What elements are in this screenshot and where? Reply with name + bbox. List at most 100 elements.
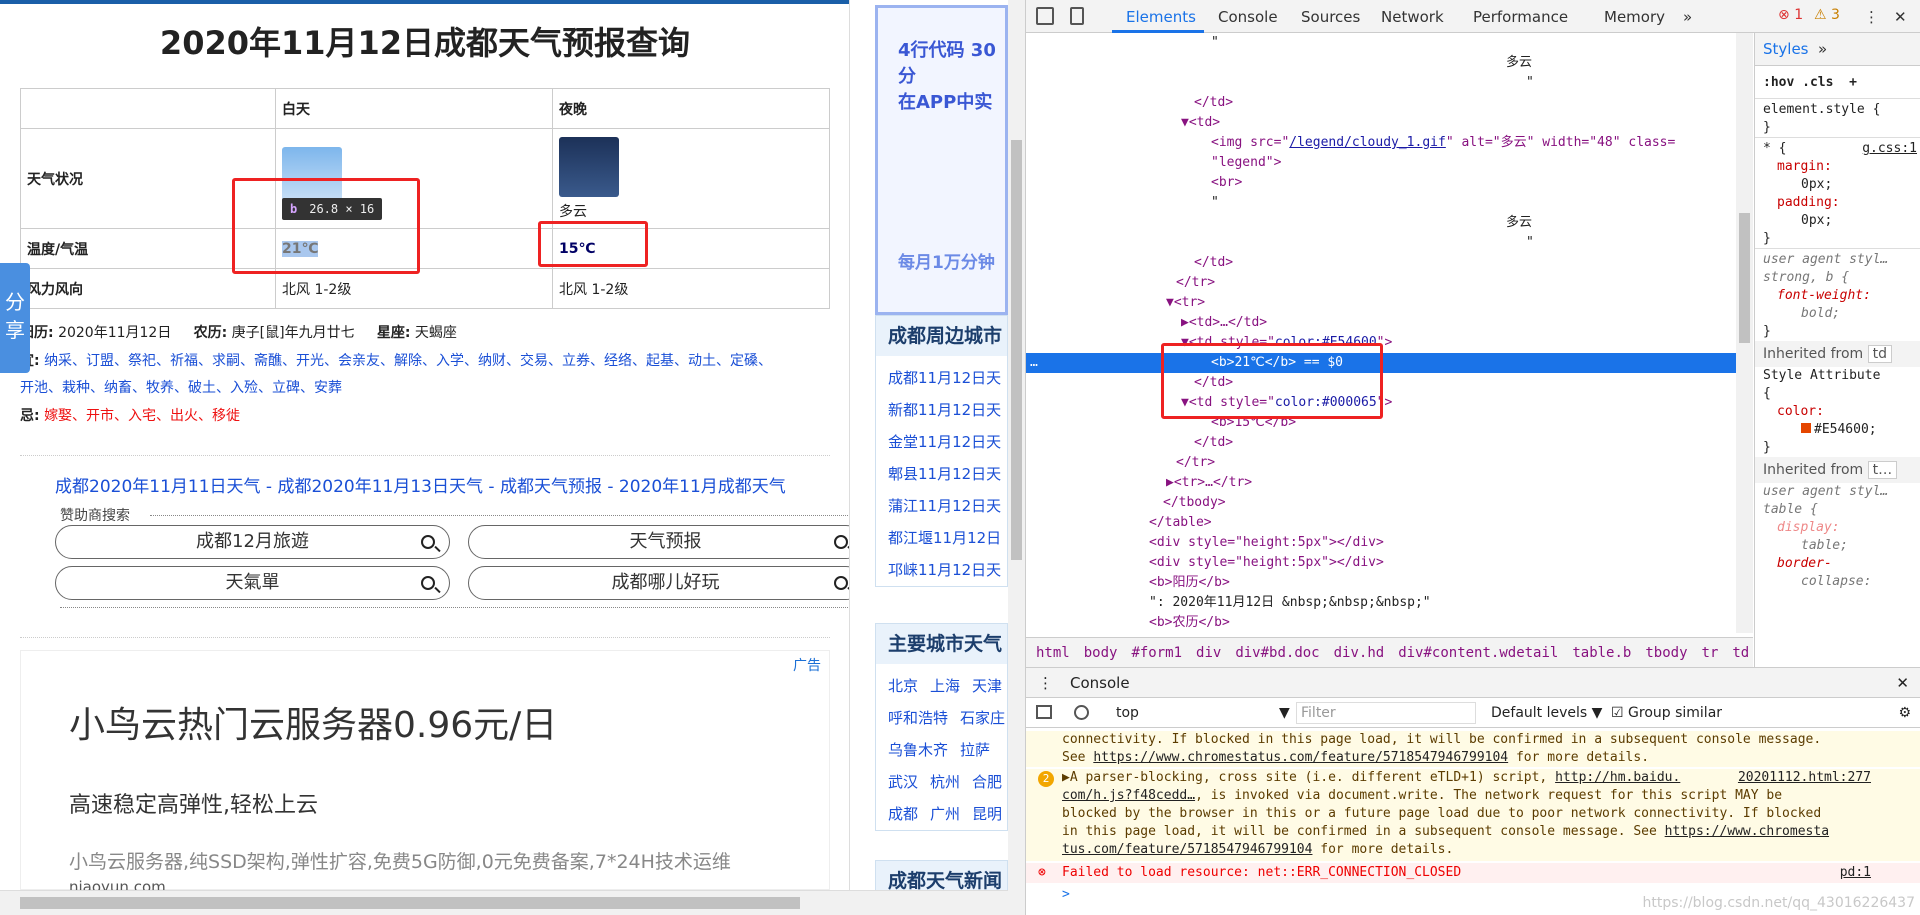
tab-network[interactable]: Network xyxy=(1381,8,1444,26)
search-button[interactable]: 天气预报 xyxy=(468,525,849,559)
clear-console-icon[interactable] xyxy=(1074,705,1089,720)
css-value[interactable]: 0px; xyxy=(1755,212,1920,230)
dom-node[interactable]: <b>农历</b> xyxy=(1026,613,1736,633)
kebab-menu-icon[interactable]: ⋮ xyxy=(1038,668,1053,698)
list-item[interactable]: 都江堰11月12日 xyxy=(876,522,1007,554)
city-link[interactable]: 杭州 xyxy=(930,773,960,791)
console-title[interactable]: Console xyxy=(1070,674,1130,692)
city-link[interactable]: 天津 xyxy=(972,677,1002,695)
scrollbar-thumb[interactable] xyxy=(1739,213,1750,343)
city-link[interactable]: 拉萨 xyxy=(960,741,990,759)
css-value[interactable]: #E54600; xyxy=(1814,422,1877,437)
list-item[interactable]: 郫县11月12日天 xyxy=(876,458,1007,490)
console-link[interactable]: http://hm.baidu. xyxy=(1555,770,1680,785)
page-vertical-scrollbar[interactable] xyxy=(1008,0,1025,915)
dom-node[interactable]: " xyxy=(1026,193,1736,213)
tab-sources[interactable]: Sources xyxy=(1301,8,1360,26)
styles-filter[interactable]: :hov .cls + xyxy=(1755,66,1920,92)
dom-node[interactable]: ": 2020年11月12日 &nbsp;&nbsp;&nbsp;" xyxy=(1026,593,1736,613)
list-item[interactable]: 邛崃11月12日天 xyxy=(876,554,1007,586)
node-menu-icon[interactable]: … xyxy=(1030,353,1038,373)
dom-node[interactable]: 多云 xyxy=(1026,213,1736,233)
list-item[interactable]: 蒲江11月12日天 xyxy=(876,490,1007,522)
css-prop[interactable]: padding: xyxy=(1777,195,1840,210)
scrollbar-thumb[interactable] xyxy=(20,897,800,909)
dom-node[interactable]: " xyxy=(1026,233,1736,253)
attr-link[interactable]: /legend/cloudy_1.gif xyxy=(1289,135,1446,150)
dom-node[interactable]: </td> xyxy=(1026,433,1736,453)
ji-links[interactable]: 嫁娶、开市、入宅、出火、移徙 xyxy=(44,408,240,424)
crumb[interactable]: div.hd xyxy=(1334,645,1385,661)
dom-node[interactable]: </td> xyxy=(1026,93,1736,113)
dom-node[interactable]: "legend"> xyxy=(1026,153,1736,173)
dom-node[interactable]: </tr> xyxy=(1026,273,1736,293)
dom-node[interactable]: <img src="/legend/cloudy_1.gif" alt="多云"… xyxy=(1026,133,1736,153)
inspect-icon[interactable] xyxy=(1036,7,1054,25)
yi-links[interactable]: 纳采、订盟、祭祀、祈福、求嗣、斋醮、开光、会亲友、解除、入学、纳财、交易、立券、… xyxy=(44,353,772,369)
crumb[interactable]: html xyxy=(1036,645,1070,661)
scrollbar-thumb[interactable] xyxy=(1011,140,1022,560)
ad-banner[interactable]: 广告 小鸟云热门云服务器0.96元/日 高速稳定高弹性,轻松上云 小鸟云服务器,… xyxy=(20,650,830,890)
crumb[interactable]: #form1 xyxy=(1131,645,1182,661)
sidebar-toggle-icon[interactable] xyxy=(1036,705,1052,719)
crumb[interactable]: table.b xyxy=(1572,645,1631,661)
dom-node[interactable]: <div style="height:5px"></div> xyxy=(1026,553,1736,573)
more-tabs-icon[interactable]: » xyxy=(1683,8,1692,26)
search-button[interactable]: 成都12月旅遊 xyxy=(55,525,450,559)
city-link[interactable]: 昆明 xyxy=(972,805,1002,823)
dom-node[interactable]: ▶<tr>…</tr> xyxy=(1026,473,1736,493)
source-link[interactable]: g.css:1 xyxy=(1862,140,1917,158)
ad-url[interactable]: niaoyun.com xyxy=(69,878,166,890)
crumb[interactable]: tbody xyxy=(1645,645,1687,661)
gear-icon[interactable]: ⚙ xyxy=(1898,698,1911,728)
group-similar-checkbox[interactable]: ☑ Group similar xyxy=(1611,698,1722,728)
yi-links-2[interactable]: 开池、栽种、纳畜、牧养、破土、入殓、立碑、安葬 xyxy=(20,380,342,396)
dom-node[interactable]: ▼<td> xyxy=(1026,113,1736,133)
crumb[interactable]: tr xyxy=(1702,645,1719,661)
inherited-tag[interactable]: t… xyxy=(1867,461,1898,479)
list-item[interactable]: 金堂11月12日天 xyxy=(876,426,1007,458)
share-button[interactable]: 分享 xyxy=(0,263,30,373)
city-link[interactable]: 武汉 xyxy=(888,773,918,791)
console-link[interactable]: tus.com/feature/5718547946799104 xyxy=(1062,842,1312,857)
console-link[interactable]: https://www.chromestatus.com/feature/571… xyxy=(1093,750,1508,765)
dom-node[interactable]: " xyxy=(1026,73,1736,93)
ad-headline[interactable]: 小鸟云热门云服务器0.96元/日 xyxy=(69,696,557,748)
color-swatch[interactable] xyxy=(1801,423,1811,433)
dom-node[interactable]: </table> xyxy=(1026,513,1736,533)
dom-node[interactable]: </tbody> xyxy=(1026,493,1736,513)
city-link[interactable]: 成都 xyxy=(888,805,918,823)
dom-node[interactable]: " xyxy=(1026,33,1736,53)
city-link[interactable]: 合肥 xyxy=(972,773,1002,791)
log-levels-select[interactable]: Default levels ▼ xyxy=(1491,698,1602,728)
console-filter-input[interactable]: Filter xyxy=(1296,702,1476,724)
tab-performance[interactable]: Performance xyxy=(1473,8,1568,26)
crumb[interactable]: div#content.wdetail xyxy=(1398,645,1558,661)
css-prop[interactable]: margin: xyxy=(1777,159,1832,174)
crumb[interactable]: div xyxy=(1196,645,1221,661)
dom-node[interactable]: <div style="height:5px"></div> xyxy=(1026,533,1736,553)
error-count[interactable]: ⊗ 1 xyxy=(1778,7,1803,23)
date-nav-links[interactable]: 成都2020年11月11日天气 - 成都2020年11月13日天气 - 成都天气… xyxy=(55,472,786,497)
dom-node[interactable]: 多云 xyxy=(1026,53,1736,73)
app-banner[interactable]: 4行代码 30分 在APP中实 每月1万分钟 xyxy=(875,5,1008,315)
tab-styles[interactable]: Styles xyxy=(1763,40,1809,58)
dom-node[interactable]: <b>阳历</b> xyxy=(1026,573,1736,593)
dom-node[interactable]: </tr> xyxy=(1026,453,1736,473)
console-link[interactable]: https://www.chromesta xyxy=(1665,824,1829,839)
css-value[interactable]: 0px; xyxy=(1755,176,1920,194)
crumb[interactable]: td xyxy=(1732,645,1749,661)
city-link[interactable]: 北京 xyxy=(888,677,918,695)
close-icon[interactable]: ✕ xyxy=(1894,8,1907,26)
city-link[interactable]: 乌鲁木齐 xyxy=(888,741,948,759)
crumb[interactable]: body xyxy=(1084,645,1118,661)
device-toolbar-icon[interactable] xyxy=(1070,7,1084,25)
close-icon[interactable]: ✕ xyxy=(1896,668,1909,698)
source-link[interactable]: pd:1 xyxy=(1840,863,1871,883)
crumb[interactable]: div#bd.doc xyxy=(1235,645,1319,661)
warning-count[interactable]: ⚠ 3 xyxy=(1814,7,1840,23)
inherited-tag[interactable]: td xyxy=(1867,345,1892,363)
tab-memory[interactable]: Memory xyxy=(1604,8,1665,26)
tab-elements[interactable]: Elements xyxy=(1126,8,1196,26)
ad-tag[interactable]: 广告 xyxy=(793,655,821,675)
